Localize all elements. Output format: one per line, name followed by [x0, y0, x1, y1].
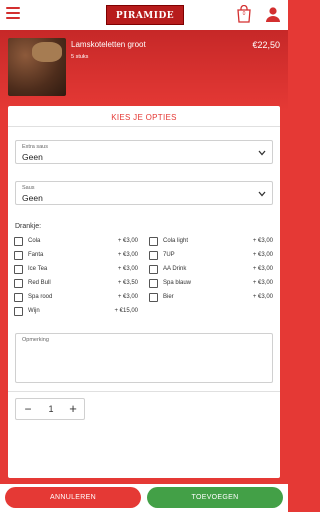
drink-option-spa-blauw[interactable]: Spa blauw + €3,00	[149, 279, 273, 289]
add-to-cart-button[interactable]: TOEVOEGEN	[147, 487, 283, 508]
extra-saus-label: Extra saus	[22, 144, 48, 150]
drink-name: Cola light	[163, 238, 189, 244]
drink-name: Red Bull	[28, 280, 51, 286]
drink-name: 7UP	[163, 252, 175, 258]
product-image	[8, 38, 66, 96]
drink-option-fanta[interactable]: Fanta + €3,00	[14, 251, 138, 261]
drink-price: + €3,00	[117, 238, 138, 244]
drink-option-red-bull[interactable]: Red Bull + €3,50	[14, 279, 138, 289]
extra-saus-value: Geen	[22, 152, 43, 162]
checkbox[interactable]	[14, 279, 23, 288]
drink-name: Fanta	[28, 252, 44, 258]
top-bar: PIRAMIDE 0	[0, 0, 288, 30]
product-subtitle: 5 stuks	[71, 54, 89, 60]
drink-price: + €3,00	[252, 280, 273, 286]
drink-price: + €3,00	[117, 294, 138, 300]
drink-option-ice-tea[interactable]: Ice Tea + €3,00	[14, 265, 138, 275]
drink-price: + €3,00	[117, 266, 138, 272]
drink-option-cola-light[interactable]: Cola light + €3,00	[149, 237, 273, 247]
cart-icon[interactable]: 0	[236, 4, 252, 23]
quantity-stepper: − 1 +	[15, 398, 85, 420]
checkbox[interactable]	[149, 293, 158, 302]
extra-saus-select[interactable]: Extra saus Geen	[15, 140, 273, 164]
increase-button[interactable]: +	[66, 401, 80, 417]
drink-name: Wijn	[28, 308, 40, 314]
remark-field[interactable]: Opmerking	[15, 333, 273, 383]
drink-option-7up[interactable]: 7UP + €3,00	[149, 251, 273, 261]
divider	[8, 126, 280, 127]
checkbox[interactable]	[14, 265, 23, 274]
product-price: €22,50	[252, 40, 280, 50]
drink-price: + €15,00	[114, 308, 138, 314]
footer-bar: ANNULEREN TOEVOEGEN	[0, 484, 288, 512]
drink-price: + €3,00	[252, 294, 273, 300]
drink-name: AA Drink	[163, 266, 187, 272]
drink-name: Cola	[28, 238, 41, 244]
cancel-button[interactable]: ANNULEREN	[5, 487, 141, 508]
drink-price: + €3,00	[252, 266, 273, 272]
saus-value: Geen	[22, 193, 43, 203]
checkbox[interactable]	[14, 293, 23, 302]
drink-price: + €3,50	[117, 280, 138, 286]
cart-count: 0	[242, 11, 246, 17]
quantity-value: 1	[48, 404, 54, 414]
checkbox[interactable]	[149, 251, 158, 260]
options-panel: KIES JE OPTIES Extra saus Geen Saus Geen…	[8, 106, 280, 478]
checkbox[interactable]	[149, 237, 158, 246]
saus-label: Saus	[22, 185, 35, 191]
product-name: Lamskoteletten groot	[71, 40, 146, 49]
drink-option-wijn[interactable]: Wijn + €15,00	[14, 307, 138, 317]
drink-name: Spa blauw	[163, 280, 192, 286]
drink-option-spa-rood[interactable]: Spa rood + €3,00	[14, 293, 138, 303]
remark-label: Opmerking	[22, 337, 49, 343]
checkbox[interactable]	[149, 265, 158, 274]
drink-price: + €3,00	[117, 252, 138, 258]
checkbox[interactable]	[14, 237, 23, 246]
menu-icon[interactable]	[6, 7, 20, 19]
saus-select[interactable]: Saus Geen	[15, 181, 273, 205]
chevron-down-icon	[258, 191, 266, 197]
drinks-title: Drankje:	[15, 223, 42, 230]
drink-name: Bier	[163, 294, 174, 300]
divider	[8, 391, 280, 392]
drink-option-aa-drink[interactable]: AA Drink + €3,00	[149, 265, 273, 275]
drink-name: Spa rood	[28, 294, 53, 300]
drink-option-bier[interactable]: Bier + €3,00	[149, 293, 273, 303]
drink-name: Ice Tea	[28, 266, 48, 272]
checkbox[interactable]	[149, 279, 158, 288]
user-icon[interactable]	[265, 6, 281, 22]
options-title: KIES JE OPTIES	[111, 113, 177, 122]
drink-price: + €3,00	[252, 238, 273, 244]
drink-option-cola[interactable]: Cola + €3,00	[14, 237, 138, 247]
logo[interactable]: PIRAMIDE	[106, 5, 184, 25]
chevron-down-icon	[258, 150, 266, 156]
drink-price: + €3,00	[252, 252, 273, 258]
decrease-button[interactable]: −	[21, 401, 35, 417]
checkbox[interactable]	[14, 251, 23, 260]
checkbox[interactable]	[14, 307, 23, 316]
